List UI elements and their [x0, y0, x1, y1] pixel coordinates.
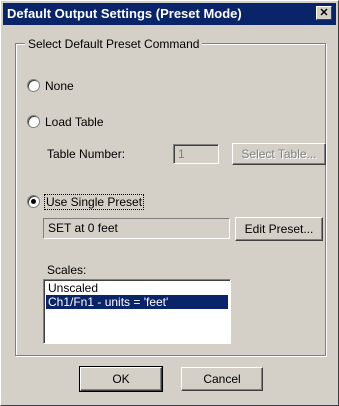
select-table-button[interactable]: Select Table... — [232, 143, 326, 165]
cancel-button[interactable]: Cancel — [181, 367, 263, 391]
edit-preset-button[interactable]: Edit Preset... — [235, 217, 323, 241]
radio-load-table-button[interactable] — [27, 115, 40, 129]
scale-item-ch1-fn1[interactable]: Ch1/Fn1 - units = 'feet' — [46, 295, 228, 309]
radio-use-single-preset-label: Use Single Preset — [43, 193, 145, 210]
title-bar[interactable]: Default Output Settings (Preset Mode) ✕ — [3, 3, 336, 25]
scales-label: Scales: — [47, 263, 87, 277]
radio-use-single-preset-button[interactable] — [27, 195, 40, 209]
radio-none-button[interactable] — [27, 79, 40, 93]
radio-use-single-preset[interactable]: Use Single Preset — [27, 193, 145, 210]
radio-load-table-label: Load Table — [45, 114, 104, 129]
ok-button[interactable]: OK — [79, 366, 163, 392]
table-number-label: Table Number: — [47, 147, 126, 161]
preset-value-field: SET at 0 feet — [43, 218, 230, 239]
close-icon[interactable]: ✕ — [316, 6, 332, 20]
scales-listbox[interactable]: Unscaled Ch1/Fn1 - units = 'feet' — [43, 279, 231, 344]
radio-load-table[interactable]: Load Table — [27, 114, 104, 129]
scale-item-unscaled[interactable]: Unscaled — [46, 281, 228, 295]
window-title: Default Output Settings (Preset Mode) — [7, 6, 242, 21]
table-number-input[interactable]: 1 — [173, 144, 219, 164]
radio-none-label: None — [45, 78, 74, 93]
group-legend: Select Default Preset Command — [25, 37, 203, 51]
radio-none[interactable]: None — [27, 78, 74, 93]
dialog-window: Default Output Settings (Preset Mode) ✕ … — [0, 0, 339, 406]
